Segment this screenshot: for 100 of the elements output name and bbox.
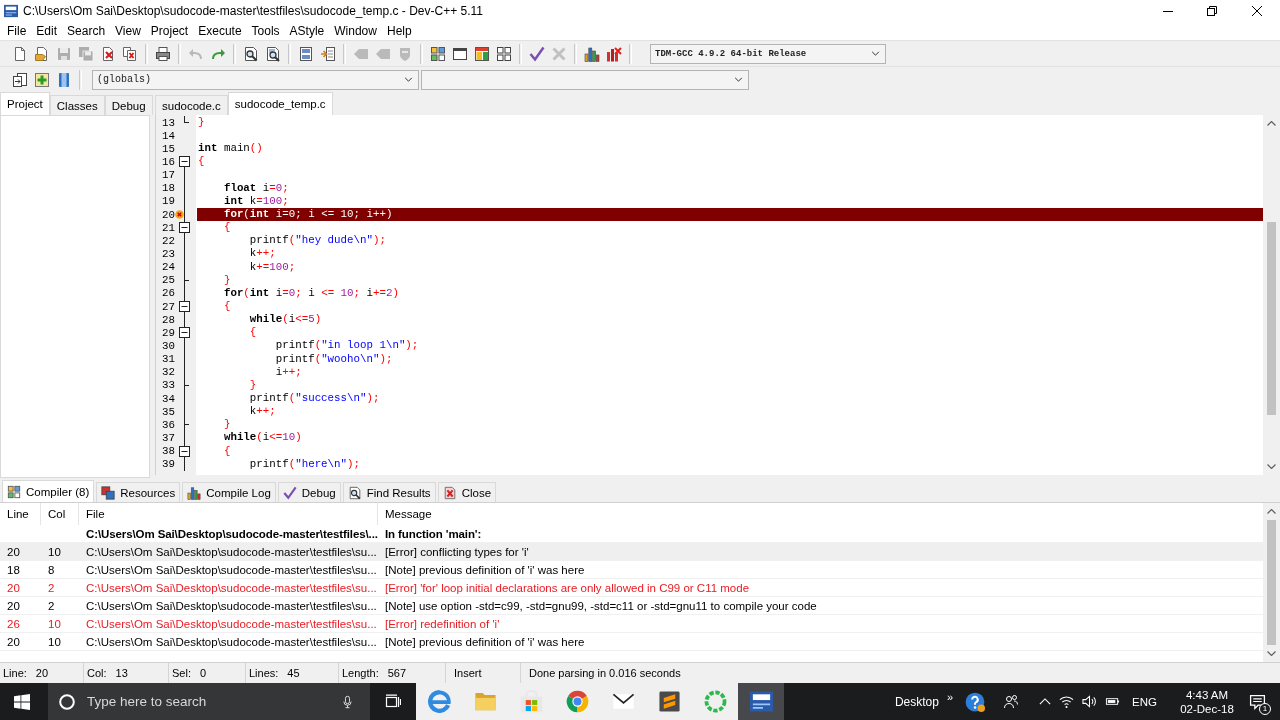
- code-line: printf("wooho\n");: [274, 352, 393, 366]
- clock-time[interactable]: 4:43 AM: [1185, 687, 1229, 702]
- message-row[interactable]: 26 10 C:\Users\Om Sai\Desktop\sudocode-master\testfiles\su... [Error] redefinition of 'i': [0, 615, 1263, 633]
- collapse-icon[interactable]: [179, 156, 190, 168]
- print-icon[interactable]: [155, 45, 171, 62]
- color-grid-icon[interactable]: [430, 45, 446, 62]
- menu-item[interactable]: Help: [381, 23, 417, 39]
- people-icon[interactable]: [1003, 693, 1020, 710]
- code-line: {: [222, 300, 231, 314]
- menu-item[interactable]: Project: [145, 23, 194, 39]
- scroll-thumb[interactable]: [1267, 520, 1276, 645]
- panel-tab[interactable]: Compiler (8): [2, 480, 95, 502]
- chart-cross-icon[interactable]: [606, 45, 622, 62]
- wifi-icon[interactable]: [1059, 694, 1075, 709]
- menu-item[interactable]: AStyle: [284, 23, 330, 39]
- menu-item[interactable]: Window: [329, 23, 382, 39]
- menu-item[interactable]: Edit: [31, 23, 63, 39]
- panel-tab[interactable]: Debug: [277, 482, 341, 502]
- message-row[interactable]: 20 10 C:\Users\Om Sai\Desktop\sudocode-master\testfiles\su... [Error] conflicting types for 'i': [0, 543, 1263, 561]
- plus-icon[interactable]: [34, 71, 50, 88]
- menu-item[interactable]: Tools: [246, 23, 285, 39]
- line-number: 34: [161, 392, 175, 405]
- book-icon[interactable]: [56, 71, 72, 88]
- microphone-icon[interactable]: [341, 694, 354, 709]
- panel-tab[interactable]: Compile Log: [182, 482, 276, 502]
- table-cell: [Note] previous definition of 'i' was here: [385, 635, 585, 648]
- clock-date[interactable]: 02-Dec-18: [1180, 701, 1234, 716]
- scroll-down-icon[interactable]: [1267, 464, 1276, 469]
- overflow-chevron[interactable]: »: [946, 690, 954, 703]
- close-icon[interactable]: [1252, 6, 1262, 16]
- column-header[interactable]: Col: [41, 503, 79, 525]
- menu-item[interactable]: View: [110, 23, 146, 39]
- compiler-dropdown[interactable]: TDM-GCC 4.9.2 64-bit Release: [650, 43, 886, 64]
- panel-tab[interactable]: Find Results: [342, 482, 436, 502]
- circle-logo-icon: [565, 690, 589, 713]
- open-file-icon[interactable]: [34, 45, 50, 62]
- table-cell: 10: [48, 617, 61, 630]
- notification-icon[interactable]: [1249, 693, 1266, 710]
- window-icon[interactable]: [452, 45, 468, 62]
- column-header[interactable]: Message: [378, 503, 1263, 525]
- close-all-icon[interactable]: [122, 45, 138, 62]
- find-icon[interactable]: [243, 45, 259, 62]
- panel-tab[interactable]: Classes: [49, 95, 105, 115]
- status-label: Lines:: [249, 667, 279, 679]
- collapse-icon[interactable]: [179, 222, 190, 234]
- scroll-up-icon[interactable]: [1267, 509, 1276, 514]
- split-view-icon[interactable]: [298, 45, 314, 62]
- table-cell: C:\Users\Om Sai\Desktop\sudocode-master\testfiles\su...: [86, 617, 377, 630]
- help-icon[interactable]: [965, 691, 986, 712]
- code-line: {: [222, 444, 231, 458]
- file-tab[interactable]: sudocode.c: [155, 95, 228, 115]
- panel-tab[interactable]: Close: [437, 482, 497, 502]
- status-value: 20: [35, 667, 49, 679]
- checkmark-icon[interactable]: [529, 45, 545, 62]
- message-row[interactable]: 20 10 C:\Users\Om Sai\Desktop\sudocode-master\testfiles\su... [Note] previous definition of 'i' was here: [0, 633, 1263, 651]
- line-number: 13: [161, 116, 175, 129]
- menu-item[interactable]: File: [2, 23, 32, 39]
- collapse-icon[interactable]: [179, 301, 190, 313]
- minimize-icon[interactable]: [1163, 10, 1173, 12]
- search-field[interactable]: Type here to search: [48, 683, 370, 720]
- color-window-icon[interactable]: [474, 45, 490, 62]
- speaker-icon[interactable]: [1082, 694, 1098, 709]
- message-row[interactable]: 20 2 C:\Users\Om Sai\Desktop\sudocode-master\testfiles\su... [Note] use option -std=c99, -std=gnu99, -std=c11 or -std=gnu11 to compile your code: [0, 597, 1263, 615]
- code-line: for(int i=0; i <= 10; i+=2): [222, 286, 399, 300]
- status-value: 0: [199, 667, 207, 679]
- collapse-icon[interactable]: [179, 327, 190, 339]
- scroll-down-icon[interactable]: [1267, 651, 1276, 656]
- task-view-icon[interactable]: [385, 693, 401, 710]
- replace-icon[interactable]: [265, 45, 281, 62]
- restore-icon[interactable]: [1207, 6, 1217, 16]
- taskbar-button[interactable]: [738, 683, 784, 720]
- scope-dropdown[interactable]: (globals): [92, 69, 419, 90]
- scrollbar[interactable]: [1263, 503, 1280, 662]
- scroll-thumb[interactable]: [1267, 222, 1276, 415]
- menu-item[interactable]: Search: [62, 23, 111, 39]
- close-file-icon[interactable]: [100, 45, 116, 62]
- chevron-up-icon[interactable]: [1039, 698, 1052, 705]
- code-line: while(i<=5): [248, 313, 322, 327]
- column-header[interactable]: Line: [0, 503, 41, 525]
- grid-icon[interactable]: [496, 45, 512, 62]
- line-number: 24: [161, 261, 175, 274]
- line-number: 23: [161, 247, 175, 260]
- file-tab[interactable]: sudocode_temp.c: [227, 92, 333, 115]
- scroll-up-icon[interactable]: [1267, 121, 1276, 126]
- goto-line-icon[interactable]: [320, 45, 336, 62]
- new-file-icon[interactable]: [12, 45, 28, 62]
- menu-item[interactable]: Execute: [193, 23, 247, 39]
- windows-logo-icon[interactable]: [14, 693, 30, 710]
- panel-tab[interactable]: Resources: [96, 482, 181, 502]
- message-row[interactable]: 18 8 C:\Users\Om Sai\Desktop\sudocode-master\testfiles\su... [Note] previous definition of 'i' was here: [0, 561, 1263, 579]
- panel-tab[interactable]: Project: [0, 92, 50, 115]
- bar-chart-icon[interactable]: [584, 45, 600, 62]
- collapse-icon[interactable]: [179, 445, 190, 457]
- panel-tab[interactable]: Debug: [104, 95, 153, 115]
- column-header[interactable]: File: [79, 503, 378, 525]
- language-indicator[interactable]: ENG: [1132, 695, 1157, 708]
- doc-arrow-icon[interactable]: [12, 71, 28, 88]
- message-row[interactable]: 20 2 C:\Users\Om Sai\Desktop\sudocode-master\testfiles\su... [Error] 'for' loop initial declarations are only allowed in C99 or C11 mode: [0, 579, 1263, 597]
- table-cell: 20: [7, 581, 20, 594]
- line-number: 19: [161, 195, 175, 208]
